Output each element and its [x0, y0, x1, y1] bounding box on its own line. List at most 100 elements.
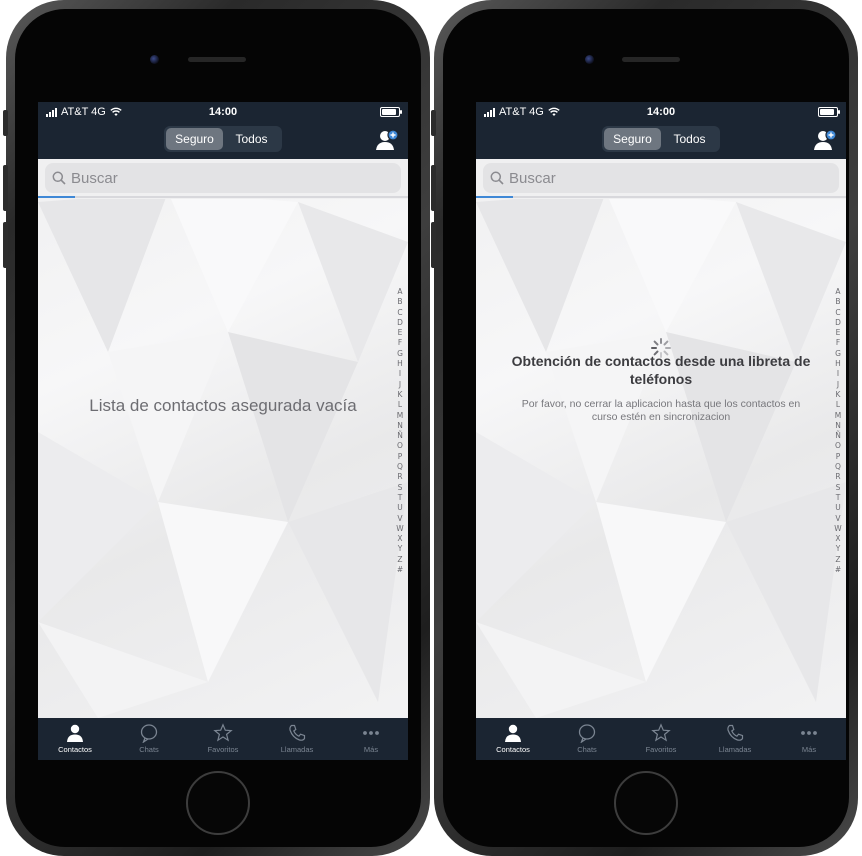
tab-label: Chats	[577, 745, 597, 754]
tab-label: Más	[801, 745, 817, 754]
alphabet-index[interactable]: A B C D E F G H I J K L M N Ñ O P Q R S T U V W X Y Z #	[395, 287, 405, 575]
index-letter[interactable]: I	[837, 369, 839, 379]
star-icon	[651, 723, 671, 742]
segment-todos[interactable]: Todos	[223, 128, 280, 150]
index-letter[interactable]: Z	[835, 555, 840, 565]
index-letter[interactable]: N	[397, 421, 403, 431]
search-field[interactable]	[483, 163, 839, 193]
tab-favoritos[interactable]: Favoritos	[186, 718, 260, 760]
search-bar	[38, 159, 408, 199]
index-letter[interactable]: R	[397, 472, 402, 482]
index-letter[interactable]: D	[835, 318, 841, 328]
index-letter[interactable]: Q	[835, 462, 841, 472]
index-letter[interactable]: X	[397, 534, 402, 544]
index-letter[interactable]: W	[834, 524, 841, 534]
tab-favoritos[interactable]: Favoritos	[624, 718, 698, 760]
index-letter[interactable]: T	[398, 493, 403, 503]
tab-label: Contactos	[58, 745, 92, 754]
index-letter[interactable]: N	[835, 421, 841, 431]
home-button[interactable]	[614, 771, 678, 835]
index-letter[interactable]: P	[398, 452, 403, 462]
more-dots-icon	[363, 731, 379, 735]
sync-progress-fill	[476, 196, 513, 198]
index-letter[interactable]: H	[397, 359, 403, 369]
segment-seguro[interactable]: Seguro	[604, 128, 661, 150]
index-letter[interactable]: C	[397, 308, 402, 318]
index-letter[interactable]: R	[835, 472, 840, 482]
index-letter[interactable]: Q	[397, 462, 403, 472]
index-letter[interactable]: V	[835, 514, 840, 524]
index-letter[interactable]: K	[836, 390, 841, 400]
tab-chats[interactable]: Chats	[550, 718, 624, 760]
index-letter[interactable]: F	[836, 338, 840, 348]
status-time: 14:00	[208, 106, 238, 118]
home-button[interactable]	[186, 771, 250, 835]
tab-contactos[interactable]: Contactos	[38, 718, 112, 760]
index-letter[interactable]: S	[836, 483, 841, 493]
tab-label: Llamadas	[280, 745, 314, 754]
search-field[interactable]	[45, 163, 401, 193]
index-letter[interactable]: W	[396, 524, 403, 534]
index-letter[interactable]: T	[836, 493, 841, 503]
search-input[interactable]	[509, 169, 809, 187]
sync-progress-bar	[476, 196, 846, 198]
index-letter[interactable]: B	[397, 297, 402, 307]
index-letter[interactable]: C	[835, 308, 840, 318]
index-letter[interactable]: V	[397, 514, 402, 524]
tab-contactos[interactable]: Contactos	[476, 718, 550, 760]
index-letter[interactable]: A	[397, 287, 402, 297]
index-letter[interactable]: H	[835, 359, 841, 369]
index-letter[interactable]: Y	[398, 544, 403, 554]
index-letter[interactable]: E	[398, 328, 403, 338]
tab-bar: Contactos Chats Favoritos Llamadas Más	[476, 718, 846, 760]
index-letter[interactable]: A	[835, 287, 840, 297]
index-letter[interactable]: P	[836, 452, 841, 462]
index-letter[interactable]: I	[399, 369, 401, 379]
search-input[interactable]	[71, 169, 371, 187]
index-letter[interactable]: B	[835, 297, 840, 307]
index-letter[interactable]: Ñ	[397, 431, 403, 441]
volume-up-button	[431, 165, 436, 211]
index-letter[interactable]: S	[398, 483, 403, 493]
index-letter[interactable]: J	[837, 380, 839, 390]
tab-chats[interactable]: Chats	[112, 718, 186, 760]
tab-label: Llamadas	[718, 745, 752, 754]
index-letter[interactable]: G	[397, 349, 403, 359]
status-bar: AT&T 4G 14:00	[476, 102, 846, 122]
index-letter[interactable]: Y	[836, 544, 841, 554]
segment-seguro[interactable]: Seguro	[166, 128, 223, 150]
screen-left: AT&T 4G 14:00 Seguro Todos Buscar A B C …	[38, 102, 408, 760]
index-letter[interactable]: M	[835, 411, 841, 421]
index-letter[interactable]: G	[835, 349, 841, 359]
segment-todos[interactable]: Todos	[661, 128, 718, 150]
silent-switch	[3, 110, 8, 136]
search-icon	[490, 171, 504, 185]
add-contact-icon[interactable]	[374, 128, 400, 152]
index-letter[interactable]: Z	[397, 555, 402, 565]
index-letter[interactable]: Ñ	[835, 431, 841, 441]
index-letter[interactable]: O	[397, 441, 403, 451]
add-contact-icon[interactable]	[812, 128, 838, 152]
tab-label: Chats	[139, 745, 159, 754]
index-letter[interactable]: U	[835, 503, 841, 513]
index-letter[interactable]: J	[399, 380, 401, 390]
index-letter[interactable]: U	[397, 503, 403, 513]
index-letter[interactable]: E	[836, 328, 841, 338]
chat-bubble-icon	[140, 724, 158, 743]
tab-ms[interactable]: Más	[334, 718, 408, 760]
tab-ms[interactable]: Más	[772, 718, 846, 760]
alphabet-index[interactable]: A B C D E F G H I J K L M N Ñ O P Q R S T U V W X Y Z #	[833, 287, 843, 575]
tab-llamadas[interactable]: Llamadas	[260, 718, 334, 760]
front-camera	[585, 55, 594, 64]
index-letter[interactable]: D	[397, 318, 403, 328]
index-letter[interactable]: #	[397, 565, 403, 575]
index-letter[interactable]: F	[398, 338, 402, 348]
index-letter[interactable]: X	[835, 534, 840, 544]
index-letter[interactable]: L	[836, 400, 840, 410]
earpiece-speaker	[188, 57, 246, 62]
index-letter[interactable]: O	[835, 441, 841, 451]
segmented-control: Seguro Todos	[164, 126, 282, 152]
loading-title: Obtención de contactos desde una libreta…	[511, 353, 811, 387]
tab-llamadas[interactable]: Llamadas	[698, 718, 772, 760]
index-letter[interactable]: #	[835, 565, 841, 575]
